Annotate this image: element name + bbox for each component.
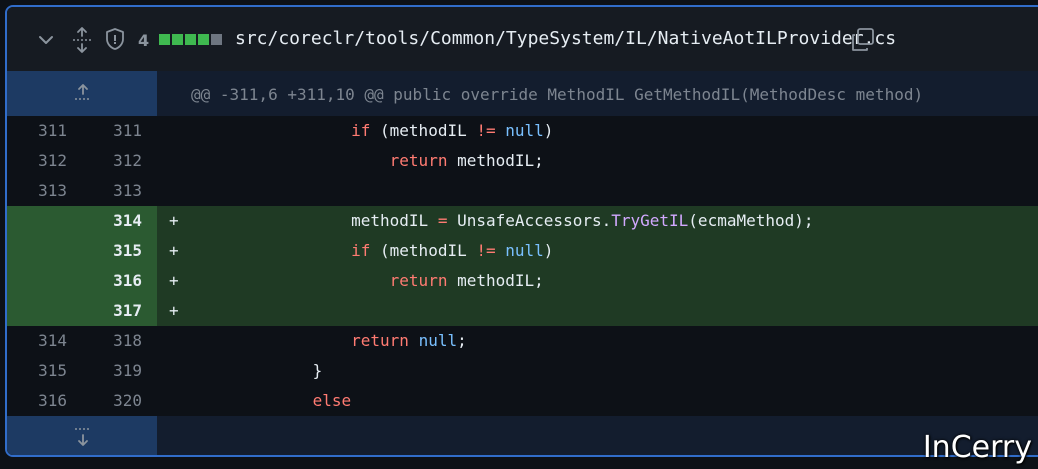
- context-line-row: 311 311 if (methodIL != null): [7, 116, 1038, 146]
- code-line: if (methodIL != null): [197, 116, 553, 146]
- copy-icon[interactable]: [850, 27, 876, 58]
- old-line-number[interactable]: 312: [7, 146, 67, 176]
- file-path[interactable]: src/coreclr/tools/Common/TypeSystem/IL/N…: [235, 28, 896, 49]
- code-token: methodIL;: [447, 271, 544, 290]
- old-line-number[interactable]: [7, 206, 67, 236]
- diff-sign: +: [169, 301, 179, 320]
- code-token: if: [351, 241, 371, 260]
- old-line-number[interactable]: [7, 266, 67, 296]
- code-line: else: [197, 386, 352, 416]
- code-token: null: [505, 121, 544, 140]
- diffstat-block: [159, 34, 170, 45]
- file-header: 4 src/coreclr/tools/Common/TypeSystem/IL…: [7, 7, 1038, 72]
- context-line-row: 316 320 else: [7, 386, 1038, 416]
- old-line-number[interactable]: [7, 296, 67, 326]
- expand-down-row: [7, 416, 1038, 455]
- code-token: ): [543, 121, 554, 140]
- code-token: null: [505, 241, 544, 260]
- old-line-number[interactable]: 316: [7, 386, 67, 416]
- added-line-row: 317 +: [7, 296, 1038, 326]
- new-line-number[interactable]: 314: [67, 206, 142, 236]
- diff-sign: +: [169, 271, 179, 290]
- code-token: return: [389, 151, 448, 170]
- new-line-number[interactable]: 316: [67, 266, 142, 296]
- context-line-row: 315 319 }: [7, 356, 1038, 386]
- old-line-number[interactable]: 311: [7, 116, 67, 146]
- expand-down-button[interactable]: [7, 416, 157, 455]
- code-token: methodIL;: [447, 151, 544, 170]
- old-line-number[interactable]: 314: [7, 326, 67, 356]
- context-line-row: 312 312 return methodIL;: [7, 146, 1038, 176]
- code-token: ;: [457, 331, 467, 350]
- diff-file-container: 4 src/coreclr/tools/Common/TypeSystem/IL…: [5, 5, 1038, 457]
- expand-all-icon[interactable]: [71, 27, 93, 53]
- code-token: }: [312, 361, 323, 380]
- changes-count: 4: [138, 31, 150, 50]
- diffstat-block: [172, 34, 183, 45]
- new-line-number[interactable]: 312: [67, 146, 142, 176]
- old-line-number[interactable]: 313: [7, 176, 67, 206]
- diff-sign: +: [169, 211, 179, 230]
- old-line-number[interactable]: 315: [7, 356, 67, 386]
- code-token: !=: [476, 121, 496, 140]
- code-token: UnsafeAccessors.: [447, 211, 612, 230]
- added-line-row: 315 + if (methodIL != null): [7, 236, 1038, 266]
- shield-icon[interactable]: [104, 27, 126, 51]
- watermark: InCerry: [922, 430, 1032, 465]
- code-line: if (methodIL != null): [197, 236, 553, 266]
- code-line: return methodIL;: [197, 146, 544, 176]
- new-line-number[interactable]: 319: [67, 356, 142, 386]
- code-token: null: [418, 331, 458, 350]
- diff-table: @@ -311,6 +311,10 @@ public override Met…: [7, 71, 1038, 455]
- code-token: if: [351, 121, 371, 140]
- code-token: else: [312, 391, 352, 410]
- diffstat-block: [211, 34, 222, 45]
- chevron-down-icon[interactable]: [37, 31, 55, 49]
- code-token: ): [543, 241, 554, 260]
- new-line-number[interactable]: 315: [67, 236, 142, 266]
- hunk-header-text: @@ -311,6 +311,10 @@ public override Met…: [191, 85, 924, 104]
- new-line-number[interactable]: 318: [67, 326, 142, 356]
- added-line-row: 316 + return methodIL;: [7, 266, 1038, 296]
- code-token: TryGetIL: [611, 211, 689, 230]
- new-line-number[interactable]: 311: [67, 116, 142, 146]
- context-line-row: 314 318 return null;: [7, 326, 1038, 356]
- hunk-header: @@ -311,6 +311,10 @@ public override Met…: [7, 71, 1038, 116]
- diff-sign: +: [169, 241, 179, 260]
- code-token: (ecmaMethod);: [688, 211, 814, 230]
- code-line: return null;: [197, 326, 467, 356]
- code-line: methodIL = UnsafeAccessors.TryGetIL(ecma…: [197, 206, 814, 236]
- diffstat-block: [198, 34, 209, 45]
- new-line-number[interactable]: 313: [67, 176, 142, 206]
- added-line-row: 314 + methodIL = UnsafeAccessors.TryGetIL…: [7, 206, 1038, 236]
- code-token: return: [351, 331, 409, 350]
- new-line-number[interactable]: 320: [67, 386, 142, 416]
- new-line-number[interactable]: 317: [67, 296, 142, 326]
- code-token: !=: [476, 241, 496, 260]
- code-token: return: [389, 271, 448, 290]
- old-line-number[interactable]: [7, 236, 67, 266]
- code-token: (methodIL: [370, 241, 477, 260]
- diffstat-block: [185, 34, 196, 45]
- code-token: (methodIL: [370, 121, 477, 140]
- diffstat-bar: [159, 34, 222, 45]
- code-line: return methodIL;: [197, 266, 544, 296]
- code-line: }: [197, 356, 323, 386]
- expand-up-button[interactable]: [7, 71, 157, 116]
- code-token: methodIL: [351, 211, 438, 230]
- context-line-row: 313 313: [7, 176, 1038, 206]
